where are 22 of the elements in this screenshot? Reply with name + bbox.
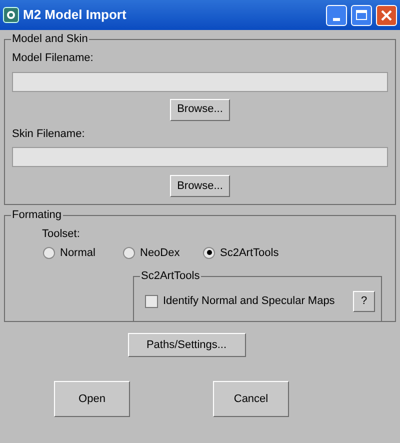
app-icon	[3, 7, 19, 23]
input-field[interactable]	[12, 147, 388, 167]
radio-option[interactable]: NeoDex	[123, 244, 203, 261]
close-icon	[381, 10, 392, 20]
radio-option[interactable]: Normal	[43, 244, 123, 261]
field-label: Model Filename:	[12, 51, 94, 66]
input-field[interactable]	[12, 72, 388, 92]
push-button[interactable]: Browse...	[170, 175, 230, 197]
push-button[interactable]: Cancel	[213, 381, 289, 417]
checkbox[interactable]: Identify Normal and Specular Maps	[145, 292, 353, 310]
window-title: M2 Model Import	[23, 6, 128, 24]
field-label: Toolset:	[42, 227, 81, 242]
group-title: Formating	[11, 208, 63, 222]
maximize-button[interactable]	[351, 4, 372, 26]
push-button[interactable]: Paths/Settings...	[128, 333, 246, 357]
push-button[interactable]: ?	[353, 290, 375, 312]
push-button[interactable]: Browse...	[170, 98, 230, 120]
field-label: Skin Filename:	[12, 126, 86, 142]
close-button[interactable]	[376, 4, 397, 26]
radio-option[interactable]: Sc2ArtTools	[203, 244, 283, 261]
minimize-button[interactable]	[326, 4, 347, 26]
push-button[interactable]: Open	[54, 381, 130, 417]
